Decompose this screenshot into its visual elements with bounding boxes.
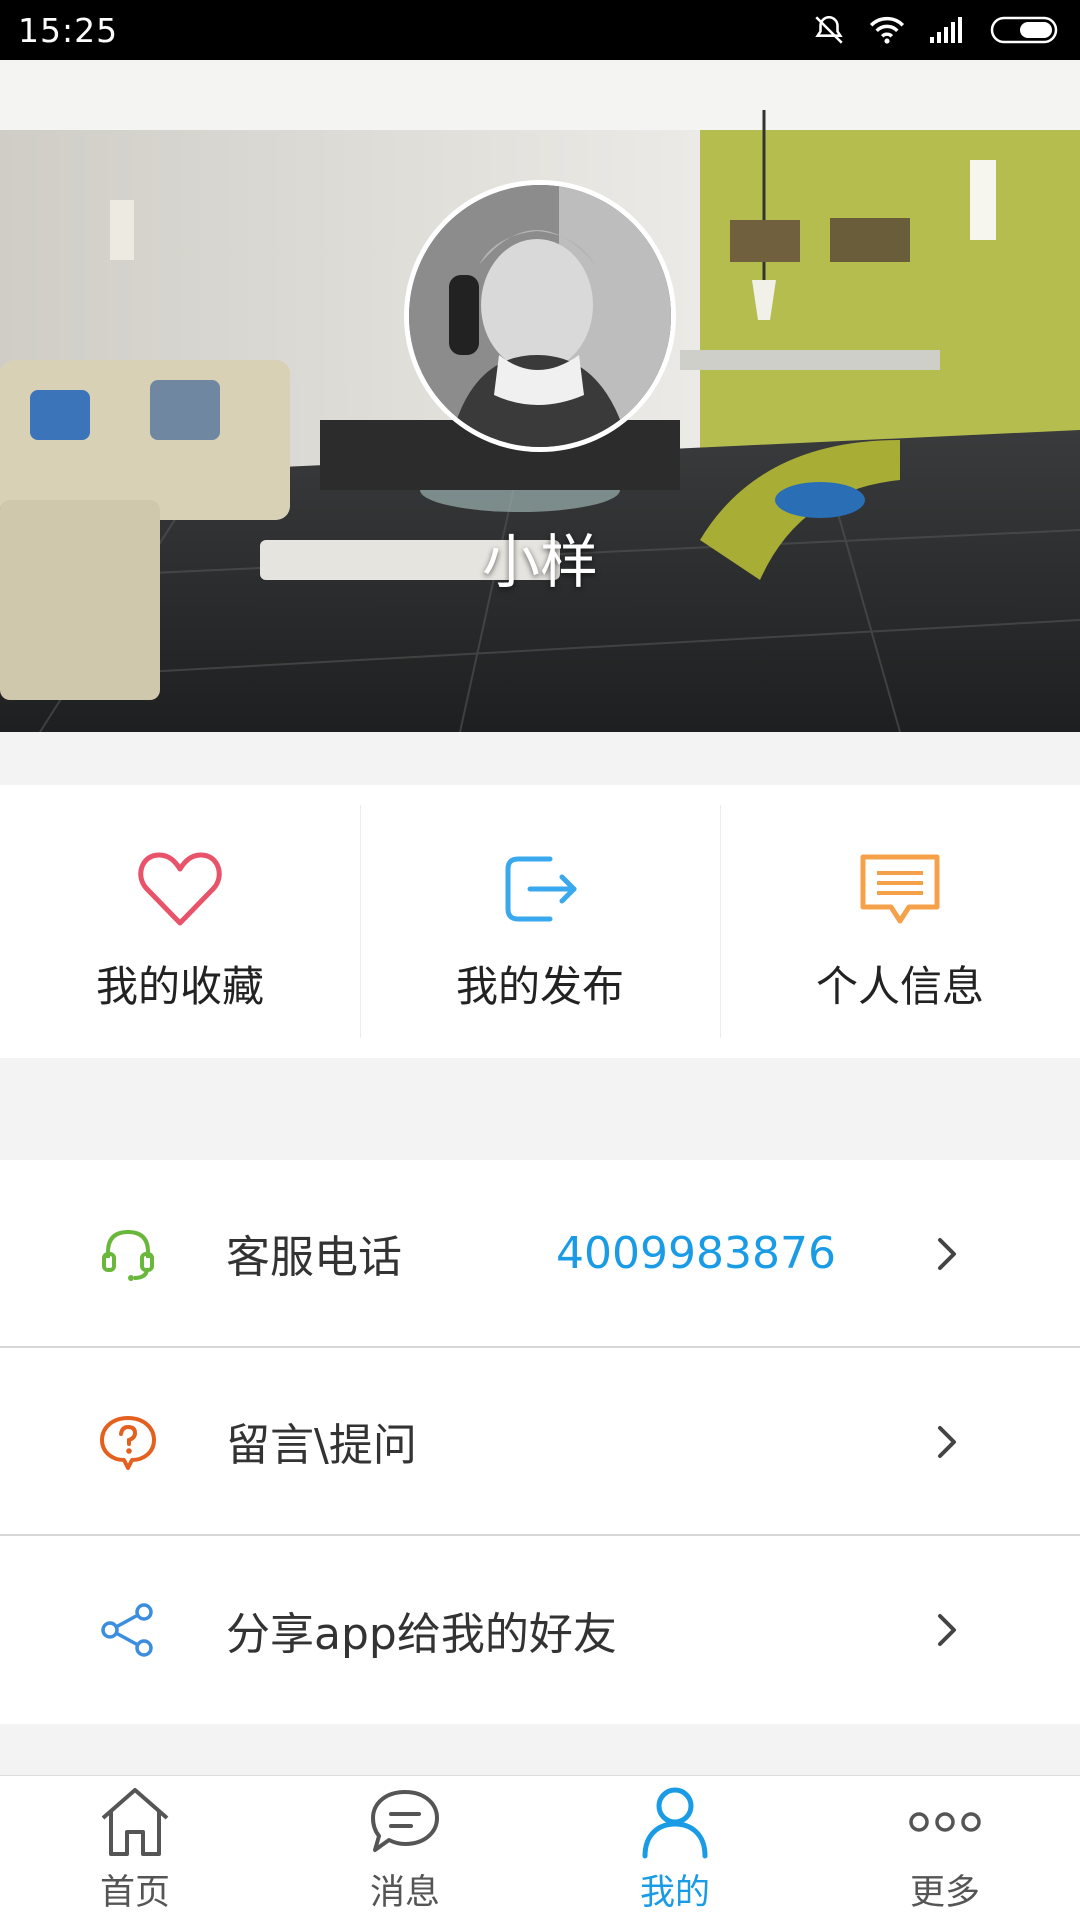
list-item-label: 客服电话 [226, 1232, 402, 1283]
user-icon [642, 1787, 708, 1859]
nav-item-mine[interactable]: 我的 [540, 1776, 810, 1920]
list-item-feedback[interactable]: 留言\提问 [0, 1348, 1080, 1536]
chevron-right-icon [938, 1614, 956, 1646]
chat-icon [371, 1790, 439, 1852]
status-time: 15:25 [18, 10, 119, 50]
profile-username: 小样 [481, 528, 598, 596]
publish-icon [505, 856, 577, 922]
quick-action-label: 个人信息 [815, 962, 984, 1011]
avatar-photo [409, 185, 671, 447]
more-icon [909, 1812, 981, 1832]
list-item-share-app[interactable]: 分享app给我的好友 [0, 1536, 1080, 1724]
list-item-customer-service[interactable]: 客服电话 4009983876 [0, 1160, 1080, 1348]
bell-off-icon [815, 15, 843, 44]
profile-cover: 小样 [0, 60, 1080, 732]
nav-item-more[interactable]: 更多 [810, 1776, 1080, 1920]
signal-icon [930, 17, 962, 43]
nav-label: 更多 [909, 1873, 980, 1913]
chevron-right-icon [938, 1426, 956, 1458]
nav-label: 首页 [99, 1873, 170, 1913]
list-item-label: 留言\提问 [226, 1420, 417, 1471]
home-icon [101, 1788, 169, 1856]
nav-label: 消息 [369, 1873, 440, 1913]
nav-label: 我的 [639, 1873, 710, 1913]
quick-action-label: 我的收藏 [95, 962, 264, 1011]
avatar[interactable] [404, 180, 676, 452]
message-card-icon [860, 854, 940, 924]
nav-item-messages[interactable]: 消息 [270, 1776, 540, 1920]
status-bar: 15:25 [0, 0, 1080, 60]
battery-icon [990, 16, 1058, 44]
quick-action-label: 我的发布 [455, 962, 624, 1011]
chevron-right-icon [938, 1238, 956, 1270]
bottom-nav: 首页 消息 我的 更多 [0, 1775, 1080, 1920]
quick-action-favorites[interactable]: 我的收藏 [0, 785, 360, 1058]
heart-icon [138, 852, 222, 926]
quick-actions: 我的收藏 我的发布 个人信息 [0, 785, 1080, 1058]
share-icon [101, 1603, 153, 1657]
quick-action-publish[interactable]: 我的发布 [360, 785, 720, 1058]
customer-service-phone[interactable]: 4009983876 [556, 1228, 836, 1279]
settings-list: 客服电话 4009983876 留言\提问 分享app给我的好友 [0, 1160, 1080, 1724]
list-item-label: 分享app给我的好友 [226, 1609, 617, 1660]
quick-action-personal-info[interactable]: 个人信息 [720, 785, 1080, 1058]
headset-icon [102, 1229, 154, 1281]
status-icons [812, 13, 1062, 47]
wifi-icon [869, 16, 905, 44]
question-bubble-icon [100, 1416, 156, 1470]
nav-item-home[interactable]: 首页 [0, 1776, 270, 1920]
